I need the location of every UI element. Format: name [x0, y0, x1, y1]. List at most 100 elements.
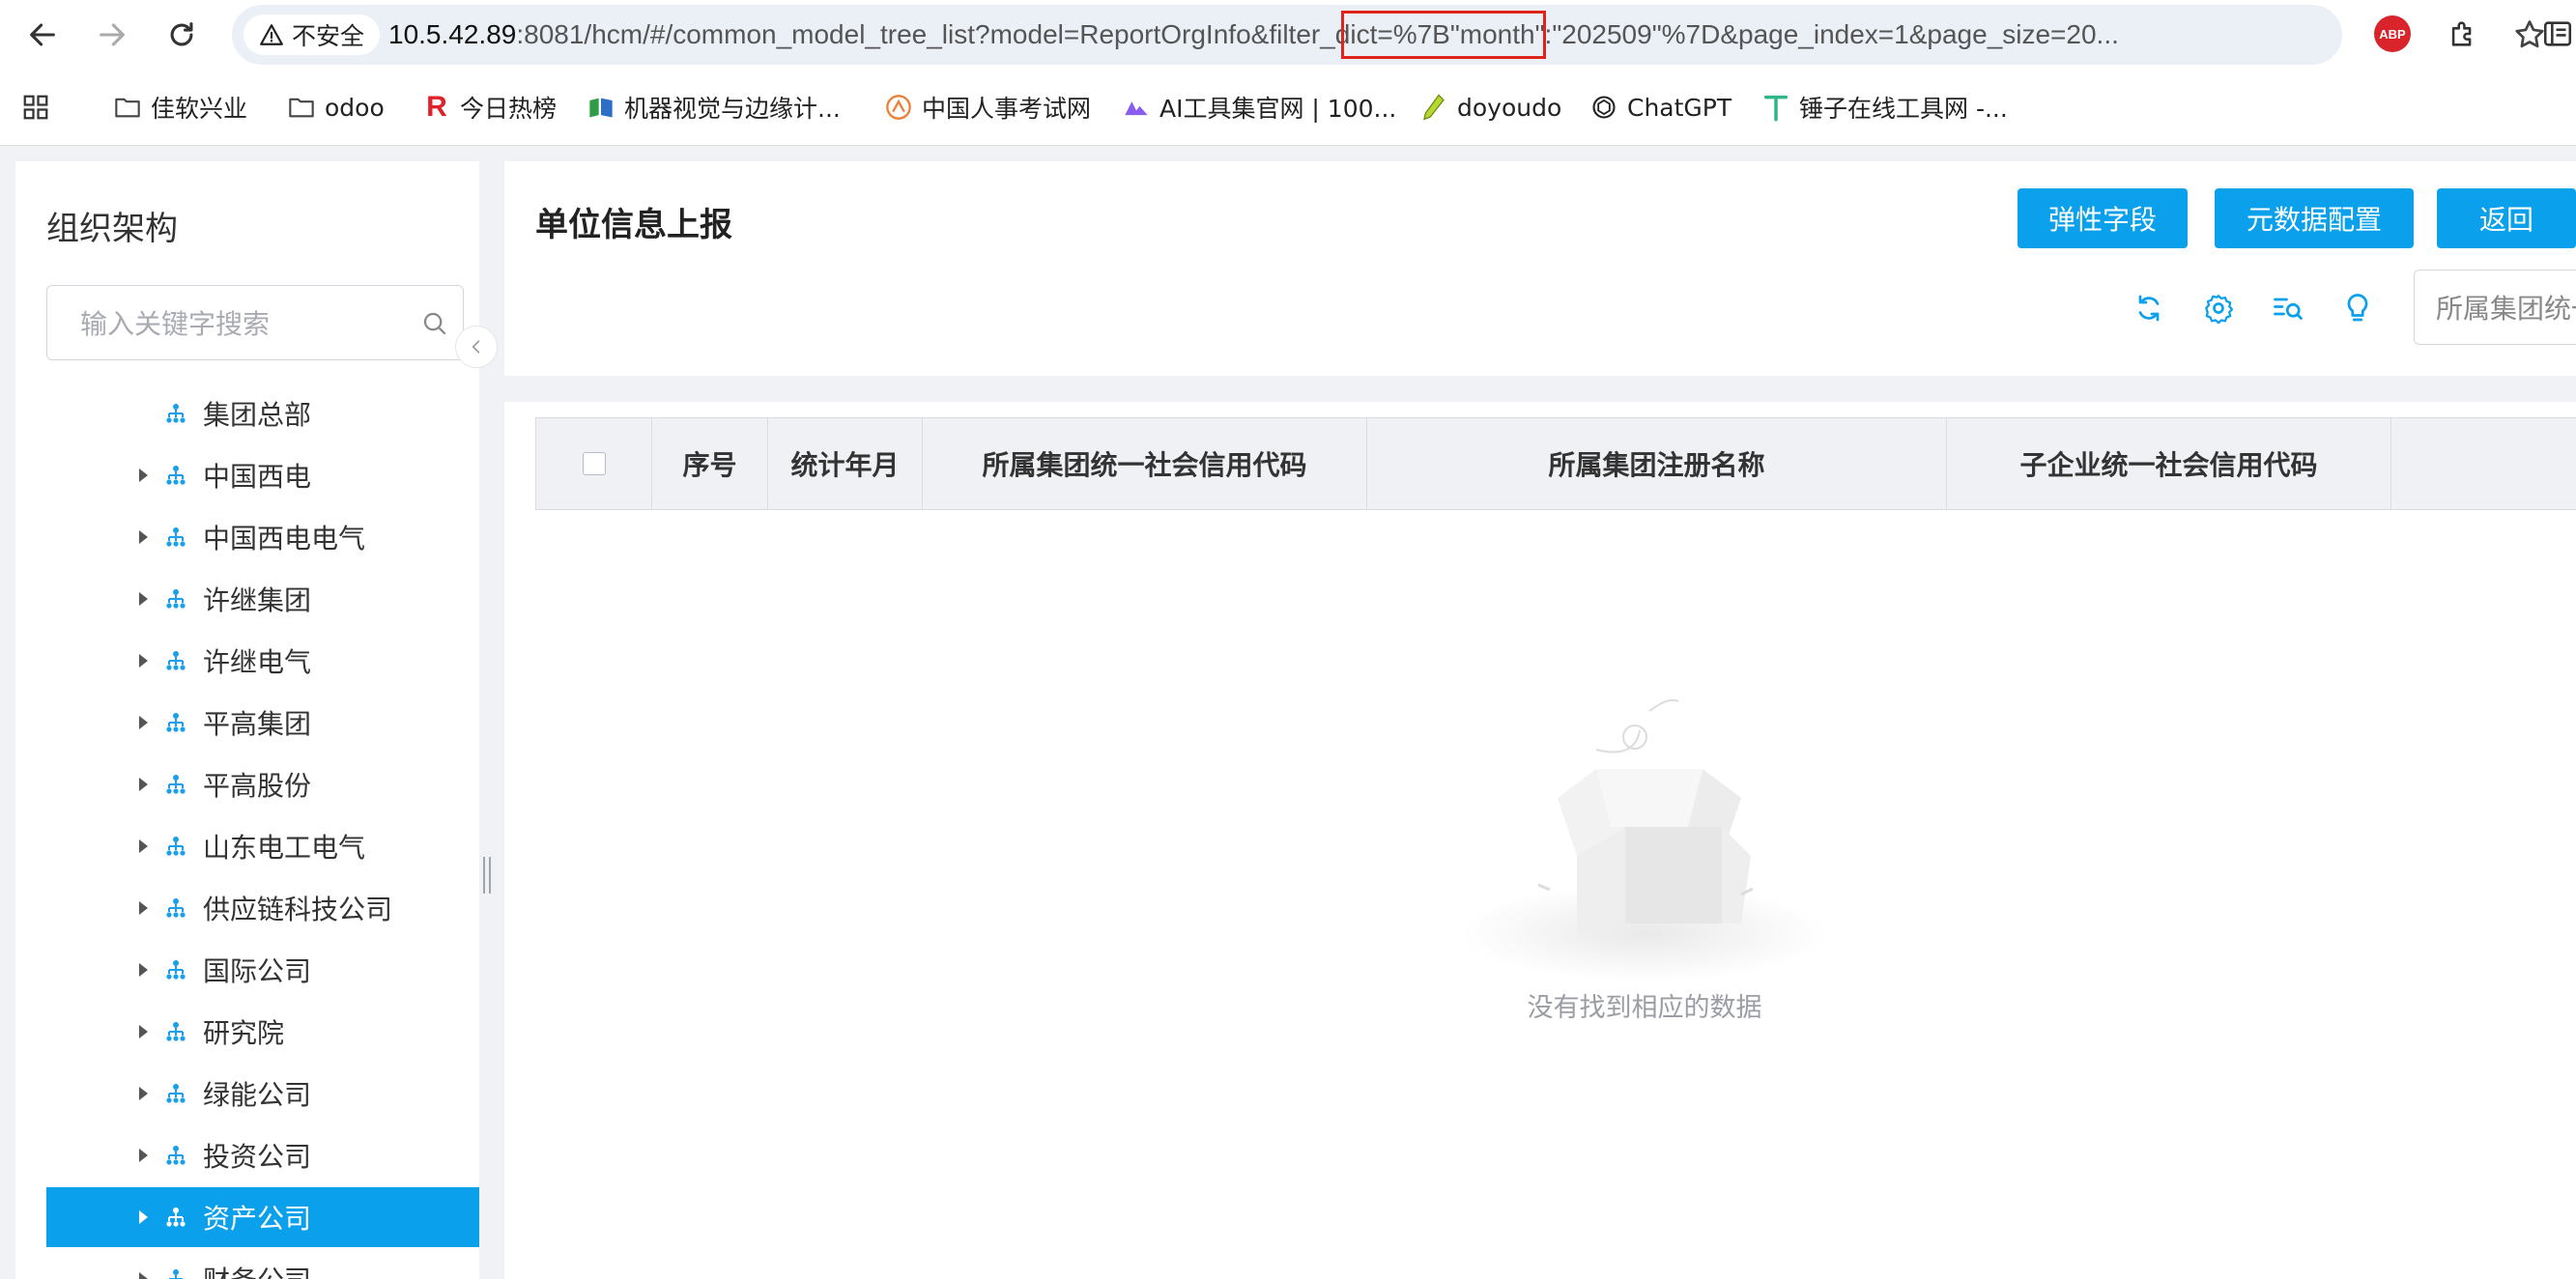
tree-node[interactable]: 资产公司: [46, 1187, 479, 1247]
tree-node[interactable]: 许继集团: [46, 569, 479, 629]
tree-node-label: 研究院: [203, 1017, 285, 1049]
bookmark-item[interactable]: doyoudo: [1420, 81, 1561, 133]
bookmark-item[interactable]: AI工具集官网 | 100...: [1123, 81, 1396, 133]
back-button[interactable]: [15, 14, 70, 56]
org-unit-icon: [166, 527, 186, 547]
bookmark-item[interactable]: 佳软兴业: [114, 81, 247, 133]
select-all-checkbox[interactable]: [582, 452, 606, 475]
column-header-more: [2391, 418, 2576, 509]
tree-node[interactable]: 中国西电: [46, 445, 479, 505]
flex-fields-button[interactable]: 弹性字段: [2018, 188, 2188, 248]
bookmark-label: ChatGPT: [1627, 93, 1732, 122]
org-unit-icon: [166, 1022, 186, 1041]
tree-search-input[interactable]: [78, 286, 411, 361]
caret-right-icon[interactable]: [139, 1210, 148, 1224]
caret-right-icon[interactable]: [139, 901, 148, 915]
column-header-group-credit-code[interactable]: 所属集团统一社会信用代码: [923, 418, 1367, 509]
book-icon: [589, 98, 613, 118]
sidebar-title: 组织架构: [46, 210, 178, 248]
column-header-sub-credit-code[interactable]: 子企业统一社会信用代码: [1947, 418, 2391, 509]
caret-right-icon[interactable]: [139, 1087, 148, 1100]
search-icon[interactable]: [420, 309, 449, 338]
tree-node[interactable]: 投资公司: [46, 1125, 479, 1185]
tree-node[interactable]: 集团总部: [46, 384, 479, 443]
security-label: 不安全: [292, 22, 365, 50]
apps-button[interactable]: [21, 81, 50, 133]
reload-button[interactable]: [155, 14, 209, 56]
search-detail-icon[interactable]: [2271, 291, 2305, 326]
column-header-index[interactable]: 序号: [652, 418, 768, 509]
tree-node[interactable]: 中国西电电气: [46, 507, 479, 567]
extensions-icon[interactable]: [2445, 15, 2481, 52]
bookmark-item[interactable]: odoo: [288, 81, 385, 133]
tree-node-label: 供应链科技公司: [203, 894, 393, 925]
resize-handle[interactable]: [483, 857, 491, 894]
url-text[interactable]: 10.5.42.89:8081/hcm/#/common_model_tree_…: [388, 5, 2119, 65]
forward-button[interactable]: [85, 14, 139, 56]
bookmark-label: odoo: [325, 93, 385, 122]
org-unit-icon: [166, 1146, 186, 1165]
tree-node[interactable]: 绿能公司: [46, 1064, 479, 1123]
caret-right-icon[interactable]: [139, 839, 148, 853]
bookmark-item[interactable]: R 今日热榜: [423, 81, 557, 133]
caret-right-icon[interactable]: [139, 1149, 148, 1162]
caret-right-icon[interactable]: [139, 654, 148, 668]
metadata-config-button[interactable]: 元数据配置: [2215, 188, 2414, 248]
pencil-logo-icon: [1423, 94, 1445, 121]
org-unit-icon: [166, 589, 186, 609]
caret-right-icon[interactable]: [139, 592, 148, 606]
security-chip[interactable]: 不安全: [243, 14, 381, 55]
bookmark-label: doyoudo: [1457, 93, 1562, 122]
back-button[interactable]: 返回: [2437, 188, 2576, 248]
org-unit-icon: [166, 837, 186, 856]
caret-right-icon[interactable]: [139, 1025, 148, 1038]
bookmark-item[interactable]: 锤子在线工具网 -...: [1762, 81, 2008, 133]
column-header-month[interactable]: 统计年月: [768, 418, 923, 509]
bookmark-item[interactable]: 机器视觉与边缘计...: [587, 81, 841, 133]
settings-icon[interactable]: [2201, 291, 2236, 326]
caret-right-icon[interactable]: [139, 963, 148, 977]
caret-right-icon[interactable]: [139, 1272, 148, 1279]
caret-right-icon[interactable]: [139, 530, 148, 544]
chevron-left-icon: [472, 340, 480, 354]
empty-box-icon: [1461, 698, 1828, 981]
address-bar[interactable]: 不安全 10.5.42.89:8081/hcm/#/common_model_t…: [232, 5, 2544, 65]
folder-icon: [115, 98, 140, 118]
bulb-icon[interactable]: [2340, 291, 2375, 326]
collapse-sidebar-button[interactable]: [455, 326, 498, 368]
bookmark-item[interactable]: 中国人事考试网: [885, 81, 1091, 133]
caret-right-icon[interactable]: [139, 469, 148, 482]
tree-node[interactable]: 财务公司: [46, 1249, 479, 1279]
url-highlight-box: [1341, 11, 1546, 59]
org-unit-icon: [166, 960, 186, 980]
tree-node[interactable]: 供应链科技公司: [46, 878, 479, 938]
hammer-logo-icon: [1763, 95, 1789, 122]
org-unit-icon: [166, 466, 186, 485]
tree-node[interactable]: 平高股份: [46, 754, 479, 814]
org-unit-icon: [166, 651, 186, 670]
org-unit-icon: [166, 1208, 186, 1227]
r-logo-icon: R: [426, 91, 447, 123]
tree-node-label: 绿能公司: [203, 1079, 312, 1111]
warning-icon: [260, 24, 283, 45]
tree-node[interactable]: 平高集团: [46, 693, 479, 753]
filter-group-credit-code-input[interactable]: [2434, 270, 2576, 344]
org-unit-icon: [168, 1269, 184, 1279]
adblock-extension-icon[interactable]: ABP: [2374, 15, 2411, 52]
tree-node[interactable]: 山东电工电气: [46, 816, 479, 876]
arrow-left-icon: [30, 23, 55, 46]
tree-node[interactable]: 许继电气: [46, 631, 479, 691]
refresh-icon[interactable]: [2132, 291, 2166, 326]
bookmark-item[interactable]: ChatGPT: [1590, 81, 1732, 133]
bookmark-label: 锤子在线工具网 -...: [1799, 95, 2008, 123]
column-header-group-name[interactable]: 所属集团注册名称: [1367, 418, 1947, 509]
caret-right-icon[interactable]: [139, 716, 148, 729]
tree-node[interactable]: 国际公司: [46, 940, 479, 1000]
tree-node-label: 资产公司: [203, 1203, 312, 1235]
tree-node[interactable]: 研究院: [46, 1002, 479, 1062]
tree-node-label: 平高股份: [203, 770, 312, 802]
caret-right-icon[interactable]: [139, 778, 148, 791]
side-panel-icon[interactable]: [2539, 15, 2576, 52]
filter-group-credit-code: [2414, 270, 2576, 345]
tree-node-label: 平高集团: [203, 708, 312, 740]
